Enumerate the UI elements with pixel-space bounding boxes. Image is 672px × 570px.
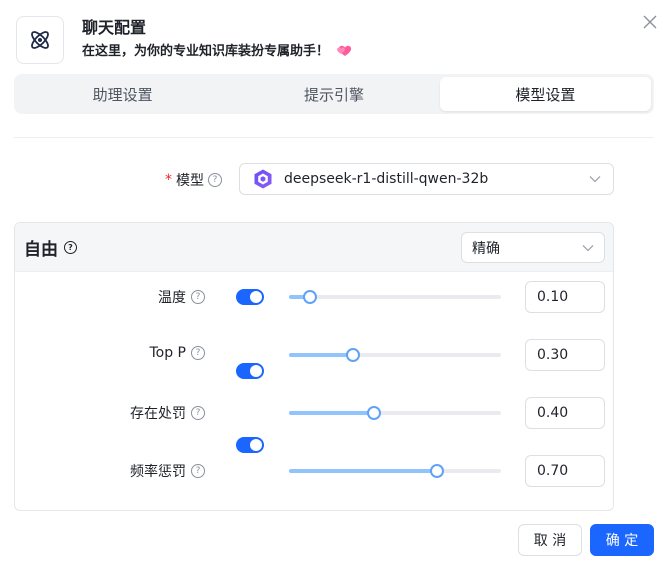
settings-tabs: 助理设置 提示引擎 模型设置 — [14, 74, 654, 114]
param-label-text: 温度 — [158, 290, 186, 306]
slider-handle[interactable] — [430, 464, 444, 478]
temperature-toggle[interactable] — [236, 289, 264, 305]
slider-handle[interactable] — [303, 290, 317, 304]
slider-fill — [289, 353, 353, 357]
params-panel-title: 自由 ? — [24, 235, 77, 260]
cancel-button[interactable]: 取 消 — [518, 524, 582, 556]
slider-handle[interactable] — [367, 406, 381, 420]
help-icon[interactable]: ? — [191, 346, 205, 360]
dialog-title: 聊天配置 — [82, 18, 147, 37]
model-field-label: * 模型 ? — [165, 170, 222, 190]
qwen-logo-icon — [254, 169, 272, 189]
slider-fill — [289, 411, 374, 415]
dialog-subtitle-text: 在这里，为你的专业知识库装扮专属助手！ — [82, 44, 330, 59]
help-icon[interactable]: ? — [191, 464, 205, 478]
close-button[interactable] — [641, 13, 659, 31]
help-icon[interactable]: ? — [208, 173, 222, 187]
param-label-frequency-penalty: 频率惩罚 ? — [85, 461, 205, 481]
required-mark: * — [165, 172, 172, 188]
top-p-slider[interactable] — [289, 348, 501, 362]
help-icon[interactable]: ? — [191, 406, 205, 420]
temperature-slider[interactable] — [289, 290, 501, 304]
dialog-subtitle: 在这里，为你的专业知识库装扮专属助手！ — [82, 40, 353, 59]
presence-penalty-toggle[interactable] — [236, 437, 264, 453]
model-select-value: deepseek-r1-distill-qwen-32b — [284, 171, 489, 187]
slider-fill — [289, 469, 437, 473]
presence-penalty-slider[interactable] — [289, 406, 501, 420]
help-icon[interactable]: ? — [191, 290, 205, 304]
param-label-top-p: Top P ? — [85, 345, 205, 361]
preset-select-value: 精确 — [472, 240, 500, 257]
param-label-temperature: 温度 ? — [85, 287, 205, 307]
params-panel: 自由 ? 精确 温度 ? 0.10 Top P ? 0.30 存在处罚 ? 0.… — [14, 222, 614, 511]
chevron-down-icon — [582, 244, 594, 251]
model-label-text: 模型 — [176, 173, 204, 189]
model-select[interactable]: deepseek-r1-distill-qwen-32b — [239, 163, 614, 195]
param-label-text: 频率惩罚 — [130, 464, 186, 480]
chevron-down-icon — [589, 176, 601, 183]
close-icon — [643, 15, 657, 29]
header-divider — [14, 137, 654, 138]
presence-penalty-input[interactable]: 0.40 — [525, 397, 605, 429]
atom-icon — [31, 31, 49, 49]
params-mode-title: 自由 — [24, 240, 58, 260]
tab-model-settings[interactable]: 模型设置 — [439, 77, 651, 111]
param-label-presence-penalty: 存在处罚 ? — [85, 403, 205, 423]
heart-icon — [337, 45, 352, 56]
top-p-toggle[interactable] — [236, 363, 264, 379]
preset-select[interactable]: 精确 — [461, 232, 605, 263]
frequency-penalty-slider[interactable] — [289, 464, 501, 478]
help-icon[interactable]: ? — [64, 241, 77, 254]
param-label-text: Top P — [149, 345, 186, 361]
confirm-button[interactable]: 确 定 — [590, 524, 654, 556]
tab-assistant-settings[interactable]: 助理设置 — [17, 77, 228, 111]
params-panel-header: 自由 ? 精确 — [15, 223, 613, 272]
param-label-text: 存在处罚 — [130, 406, 186, 422]
top-p-input[interactable]: 0.30 — [525, 339, 605, 371]
temperature-input[interactable]: 0.10 — [525, 281, 605, 313]
assistant-logo — [16, 16, 64, 64]
tab-prompt-engine[interactable]: 提示引擎 — [228, 77, 439, 111]
frequency-penalty-input[interactable]: 0.70 — [525, 455, 605, 487]
slider-handle[interactable] — [346, 348, 360, 362]
